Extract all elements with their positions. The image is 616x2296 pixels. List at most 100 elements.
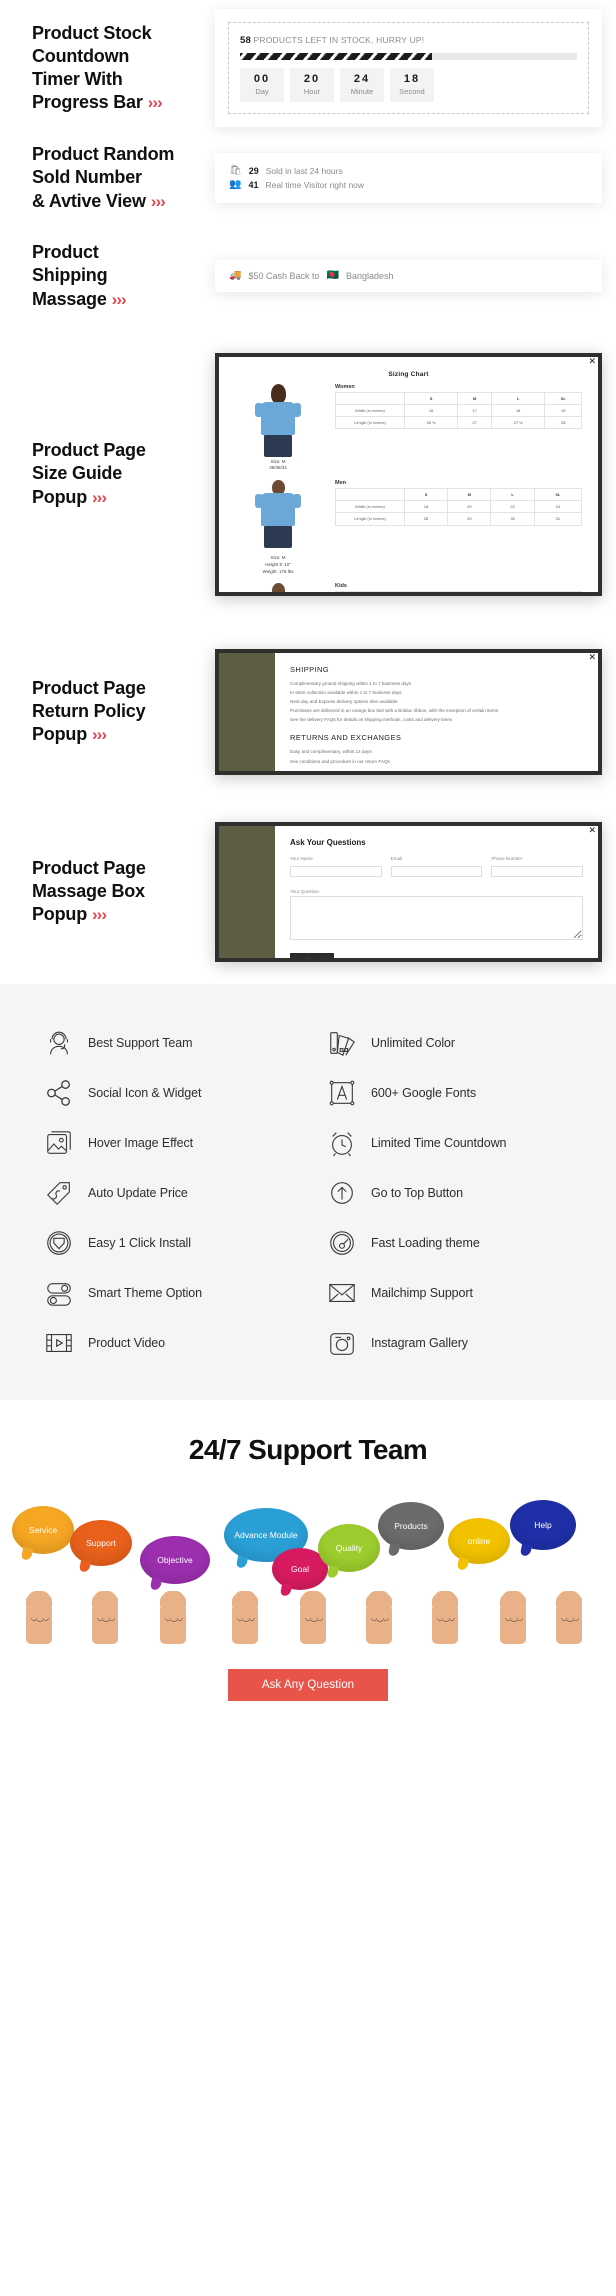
raised-hand: ◡‿◡	[92, 1591, 118, 1644]
popup-image-strip	[219, 652, 275, 771]
section-return-policy: Product Page Return Policy Popup ››› ✕ SH…	[0, 624, 616, 799]
title-line: Product Page	[32, 440, 146, 461]
toggle-switch-icon	[44, 1278, 74, 1308]
feature-best-support-team[interactable]: Best Support Team	[30, 1028, 303, 1058]
email-input[interactable]	[390, 865, 483, 877]
countdown-unit-minute: 24 Minute	[340, 67, 384, 103]
raised-hand: ◡‿◡	[432, 1591, 458, 1644]
share-icon	[44, 1078, 74, 1108]
countdown-preview: 58 PRODUCTS LEFT IN STOCK, HURRY UP! 00 …	[215, 8, 616, 128]
feature-smart-theme-option[interactable]: Smart Theme Option	[30, 1278, 303, 1308]
speech-bubble: Support	[70, 1520, 132, 1566]
caption-line: 36/38/32	[269, 465, 287, 471]
field-label: Your Name	[290, 855, 313, 861]
cell: 18	[490, 403, 546, 417]
smiley-face-icon: ◡‿◡	[237, 1615, 255, 1622]
feature-google-fonts[interactable]: 600+ Google Fonts	[313, 1078, 586, 1108]
close-icon[interactable]: ✕	[588, 652, 596, 662]
feature-go-to-top-button[interactable]: Go to Top Button	[313, 1178, 586, 1208]
title-line: Massage Box	[32, 880, 145, 901]
section-title-countdown: Product Stock Countdown Timer With Progr…	[0, 22, 215, 114]
price-tag-icon	[44, 1178, 74, 1208]
cell: 17	[457, 403, 492, 417]
field-email: Email	[390, 856, 483, 881]
sold-count: 29	[248, 166, 259, 176]
countdown-value: 24	[353, 72, 371, 85]
flag-icon: 🇧🇩	[326, 270, 339, 281]
countdown-unit-second: 18 Second	[390, 67, 434, 103]
countdown-label: Second	[399, 86, 425, 96]
feature-product-video[interactable]: Product Video	[30, 1328, 303, 1358]
speech-bubble: Help	[510, 1500, 576, 1550]
popup-image-strip	[219, 825, 275, 958]
question-textarea[interactable]	[290, 895, 583, 940]
size-table-heading: Women	[335, 383, 355, 390]
col-blank	[335, 391, 405, 405]
shipping-preview: 🚚 $50 Cash Back to 🇧🇩 Bangladesh	[215, 260, 616, 292]
field-label: Your Question	[290, 888, 319, 894]
feature-easy-1-click-install[interactable]: Easy 1 Click Install	[30, 1228, 303, 1258]
cell: 18	[403, 500, 449, 514]
speech-bubble: Objective	[140, 1536, 210, 1584]
shipping-heading: SHIPPING	[290, 664, 330, 674]
shipping-line: Purchases are delivered in an orange box…	[290, 708, 499, 714]
field-your-question: Your Question	[290, 889, 583, 945]
section-massage-box: Product Page Massage Box Popup ››› ✕ Ask …	[0, 799, 616, 984]
raised-hand: ◡‿◡	[232, 1591, 258, 1644]
size-table-kids: Kids K2 K4 K6 K8 K10 Width (i	[335, 583, 583, 592]
feature-label: Instagram Gallery	[371, 1336, 468, 1350]
col-l: L	[490, 487, 535, 502]
row-label-length: Length (in inches)	[335, 512, 405, 526]
caption-line: Size: M	[270, 458, 286, 464]
feature-unlimited-color[interactable]: Unlimited Color	[313, 1028, 586, 1058]
section-random-sold: Product Random Sold Number & Avtive View…	[0, 128, 616, 228]
feature-limited-time-countdown[interactable]: Limited Time Countdown	[313, 1128, 586, 1158]
countdown-unit-day: 00 Day	[240, 67, 284, 103]
speech-bubble-label: Goal	[291, 1564, 309, 1574]
title-line: Size Guide	[32, 463, 123, 484]
ask-question-popup: Ask Your Questions Your Name Email Phone…	[219, 825, 598, 958]
model-caption: Size: M Height 5' 10" Weight: 175 lbs	[235, 555, 321, 575]
cell: 16	[403, 403, 459, 417]
cell: 30	[490, 512, 535, 526]
feature-instagram-gallery[interactable]: Instagram Gallery	[313, 1328, 586, 1358]
feature-social-icon-widget[interactable]: Social Icon & Widget	[30, 1078, 303, 1108]
cell: 22	[490, 500, 535, 514]
countdown-label: Minute	[350, 86, 374, 96]
phone-input[interactable]	[491, 865, 584, 877]
title-line: Sold Number	[32, 167, 142, 188]
stock-progress-bar	[240, 52, 577, 60]
countdown-value: 18	[403, 72, 421, 85]
sizeguide-popup: Sizing Chart Size: M 36/38/32 Women S M …	[219, 356, 598, 592]
title-line: Product Page	[32, 677, 146, 698]
table-row: Length (in inches) 28 29 30 31	[335, 512, 583, 526]
close-icon[interactable]: ✕	[588, 825, 596, 835]
close-icon[interactable]: ✕	[588, 356, 596, 366]
feature-fast-loading-theme[interactable]: Fast Loading theme	[313, 1228, 586, 1258]
shipping-line: Complimentary ground shipping within 1 t…	[290, 680, 412, 686]
ask-any-question-button[interactable]: Ask Any Question	[227, 1669, 389, 1701]
sizeguide-popup-frame: ✕ Sizing Chart Size: M 36/38/32 Women S …	[215, 352, 602, 596]
caption-line: Weight: 175 lbs	[262, 568, 294, 574]
section-shipping-message: Product Shipping Massage ››› 🚚 $50 Cash B…	[0, 228, 616, 324]
feature-label: Social Icon & Widget	[88, 1086, 202, 1100]
feature-auto-update-price[interactable]: Auto Update Price	[30, 1178, 303, 1208]
section-title-sold: Product Random Sold Number & Avtive View…	[0, 143, 215, 212]
size-table-heading: Men	[335, 480, 346, 486]
raised-hand: ◡‿◡	[160, 1591, 186, 1644]
model-figure	[255, 480, 301, 552]
cashback-text: $50 Cash Back to	[248, 271, 320, 281]
model-legs	[264, 526, 292, 548]
returns-preview: ✕ SHIPPING Complimentary ground shipping…	[215, 648, 616, 775]
features-grid: Best Support Team Unlimited Color Social…	[30, 1028, 586, 1358]
name-input[interactable]	[290, 865, 382, 877]
feature-mailchimp-support[interactable]: Mailchimp Support	[313, 1278, 586, 1308]
send-question-button[interactable]: Send Question	[290, 952, 335, 958]
chevron-right-icon: ›››	[92, 487, 107, 507]
raised-hand: ◡‿◡	[26, 1591, 52, 1644]
feature-label: 600+ Google Fonts	[371, 1086, 476, 1100]
ask-question-form: Ask Your Questions Your Name Email Phone…	[275, 826, 598, 958]
chevron-right-icon: ›››	[92, 725, 107, 745]
feature-hover-image-effect[interactable]: Hover Image Effect	[30, 1128, 303, 1158]
speech-bubbles-illustration: ◡‿◡ ◡‿◡ ◡‿◡ ◡‿◡ ◡‿◡ ◡‿◡ ◡‿◡ ◡‿◡ ◡‿◡ Service Suppor…	[0, 1488, 616, 1663]
